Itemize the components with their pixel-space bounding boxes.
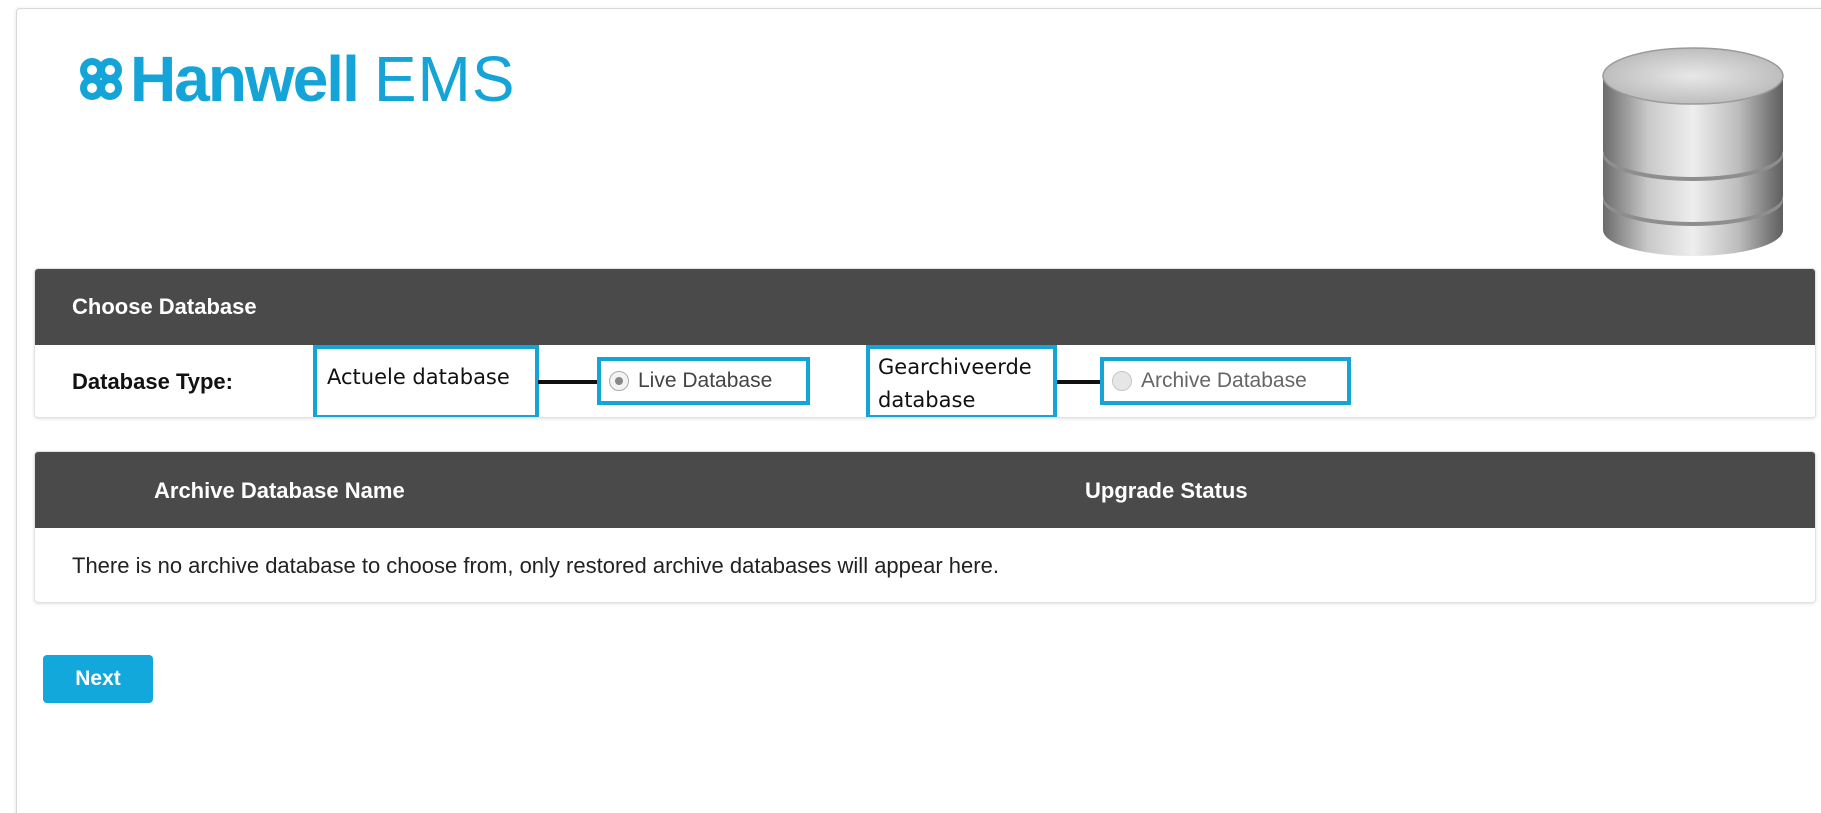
archive-table-empty-row: There is no archive database to choose f… bbox=[35, 528, 1815, 602]
archive-database-radio[interactable] bbox=[1112, 371, 1132, 391]
brand-name: Hanwell bbox=[130, 43, 360, 115]
live-database-radio-option[interactable]: Live Database bbox=[597, 357, 810, 405]
hanwell-trefoil-icon bbox=[80, 58, 122, 100]
next-button[interactable]: Next bbox=[43, 655, 153, 703]
database-type-label: Database Type: bbox=[72, 369, 233, 394]
archive-table-empty-message: There is no archive database to choose f… bbox=[72, 553, 999, 578]
column-upgrade-status: Upgrade Status bbox=[1085, 478, 1248, 503]
choose-database-header: Choose Database bbox=[35, 269, 1815, 345]
hanwell-logo: Hanwell EMS bbox=[76, 44, 516, 114]
archive-database-radio-option[interactable]: Archive Database bbox=[1100, 357, 1351, 405]
column-archive-database-name: Archive Database Name bbox=[154, 478, 405, 503]
choose-database-body: Database Type: Actuele database Live Dat… bbox=[35, 345, 1815, 417]
live-database-radio[interactable] bbox=[609, 371, 629, 391]
archive-callout-connector bbox=[1057, 380, 1101, 384]
archive-database-table: Archive Database Name Upgrade Status The… bbox=[34, 451, 1816, 603]
archive-database-callout: Gearchiveerde database bbox=[866, 345, 1057, 417]
live-database-callout: Actuele database bbox=[313, 345, 539, 417]
choose-database-panel: Choose Database Database Type: Actuele d… bbox=[34, 268, 1816, 418]
product-name: EMS bbox=[373, 43, 516, 115]
archive-database-radio-label: Archive Database bbox=[1141, 369, 1307, 392]
archive-database-callout-text: Gearchiveerde database bbox=[878, 355, 1032, 412]
database-cylinder-icon bbox=[1602, 47, 1784, 256]
live-database-callout-text: Actuele database bbox=[327, 365, 510, 389]
live-database-radio-label: Live Database bbox=[638, 369, 773, 392]
choose-database-title: Choose Database bbox=[72, 294, 257, 319]
live-callout-connector bbox=[538, 380, 602, 384]
archive-table-header: Archive Database Name Upgrade Status bbox=[35, 452, 1815, 528]
